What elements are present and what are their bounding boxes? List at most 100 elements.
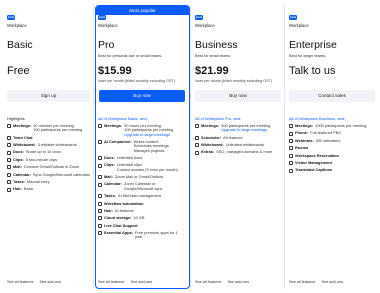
buy-now-button[interactable]: Buy now <box>195 90 281 102</box>
feature-item: AI Companion: Writes content Schedules mee… <box>98 139 186 153</box>
feature-key: Whiteboard: <box>13 142 36 148</box>
plan-footer-links: See all features See add-ons <box>98 280 157 284</box>
calendar-icon <box>7 172 11 177</box>
see-all-features-link[interactable]: See all features <box>98 280 124 284</box>
docs-icon <box>7 150 11 155</box>
see-add-ons-link[interactable]: See add-ons <box>227 280 249 284</box>
feature-desc: Unlimited clips Custom avatars (3 mins pe… <box>117 163 178 172</box>
see-add-ons-link[interactable]: See add-ons <box>130 280 152 284</box>
see-all-features-link[interactable]: See all features <box>7 280 33 284</box>
feature-desc-text: Unlimited whiteboards <box>225 142 264 148</box>
feature-key: Mail: <box>13 164 22 170</box>
feature-desc-sub: Custom avatars (3 mins per month) <box>116 166 178 172</box>
feature-item: Workflow automation <box>98 201 186 206</box>
feature-item: Hub: Basic <box>7 187 95 192</box>
feature-desc-text: 5 two-minute clips <box>25 156 57 162</box>
feature-list: Meetings: 40 minutes per meeting 100 parti… <box>7 123 95 195</box>
feature-item: Tasks: Manual entry <box>7 179 95 185</box>
feature-item: Rooms <box>289 145 377 151</box>
feature-key: Workspace Reservation <box>295 152 340 158</box>
reservation-icon <box>289 153 293 158</box>
feature-desc: Sync Google/Microsoft calendars <box>33 172 90 177</box>
see-add-ons-link[interactable]: See add-ons <box>321 280 343 284</box>
feature-desc: 5 two-minute clips <box>25 156 57 162</box>
plan-tagline: Best for small teams. <box>195 53 232 58</box>
feature-desc-sub: Manages projects <box>133 147 165 153</box>
feature-desc-text: Zoom Mail or Gmail/Outlook <box>114 174 164 180</box>
video-icon <box>195 124 199 129</box>
extras-icon <box>195 150 199 155</box>
feature-item: Meetings: 30 hours per meeting 100 partici… <box>98 123 186 137</box>
video-icon <box>7 124 11 129</box>
see-add-ons-link[interactable]: See add-ons <box>39 280 61 284</box>
feature-item: Webinars: 500 attendees <box>289 137 377 143</box>
feature-desc: 500 attendees <box>315 137 341 143</box>
buy-now-button[interactable]: Buy now <box>99 90 185 102</box>
captions-icon <box>289 168 293 173</box>
see-all-features-link[interactable]: See all features <box>195 280 221 284</box>
contact-sales-button[interactable]: Contact sales <box>289 90 375 102</box>
feature-list: Meetings: 300 participants per meeting Upg… <box>195 123 283 158</box>
plan-price: $15.99 <box>98 65 132 77</box>
feature-desc-text: 500 attendees <box>315 137 341 143</box>
feature-key: Cloud storage: <box>104 215 132 221</box>
feature-item: Tasks: AI first task management <box>98 193 186 199</box>
scheduler-icon <box>195 135 199 140</box>
plan-name: Basic <box>7 39 33 51</box>
feature-key: Translated Captions <box>295 167 333 173</box>
workplace-label: Workplace <box>289 23 309 28</box>
feature-item: Docs: Unlimited docs <box>98 154 186 161</box>
plan-price: $21.99 <box>195 65 229 77</box>
hub-icon <box>7 187 11 192</box>
feature-key: Webinars: <box>295 137 314 143</box>
feature-key: Calendar: <box>104 181 122 187</box>
upgrade-large-meetings-link[interactable]: Upgrade to large meetings <box>221 127 270 132</box>
plan-footer-links: See all features See add-ons <box>7 280 66 284</box>
feature-desc: Basic <box>24 187 34 191</box>
feature-desc-text: SSO, managed domains & more <box>216 149 273 155</box>
feature-key: Essential Apps: <box>104 230 134 236</box>
feature-key: Docs: <box>104 154 115 160</box>
feature-desc-text: Manual entry <box>27 179 50 185</box>
zoom-logo: zoom <box>7 15 15 20</box>
clips-icon <box>98 163 102 168</box>
feature-item: Mail: Connect Gmail/Outlook in Zoom <box>7 164 95 170</box>
feature-key: Extras: <box>201 149 215 155</box>
feature-key: Whiteboard: <box>201 142 224 148</box>
feature-desc: 300 participants per meeting Upgrade to l… <box>221 123 270 133</box>
feature-desc: 30 hours per meeting 100 participants per… <box>124 123 173 137</box>
feature-desc: AI first task management <box>118 193 161 198</box>
ai-icon <box>98 140 102 145</box>
feature-desc: 10 GB <box>133 216 144 220</box>
support-icon <box>98 223 102 228</box>
feature-desc: SSO, managed domains & more <box>216 150 272 154</box>
feature-key: Hub: <box>104 207 113 213</box>
feature-item: Team Chat <box>7 135 95 140</box>
mail-icon <box>7 165 11 170</box>
feature-desc: Manual entry <box>27 179 50 185</box>
feature-desc-text: Basic <box>23 186 34 192</box>
feature-item: Visitor Management <box>289 160 377 166</box>
feature-desc: 3 editable whiteboards <box>38 142 77 147</box>
feature-desc: Full-featured PBX <box>310 131 341 135</box>
sign-up-button[interactable]: Sign up <box>7 90 90 102</box>
feature-key: Docs: <box>13 149 24 155</box>
plan-card-enterprise: zoom Workplace Enterprise Best for large… <box>286 0 378 293</box>
workplace-label: Workplace <box>195 23 215 28</box>
workflow-icon <box>98 201 102 206</box>
feature-key: Rooms <box>295 145 309 151</box>
feature-item: Clips: 5 two-minute clips <box>7 156 95 163</box>
column-divider <box>190 4 191 289</box>
see-all-features-link[interactable]: See all features <box>289 280 315 284</box>
feature-item: Scheduler: All features <box>195 135 283 140</box>
rooms-icon <box>289 146 293 151</box>
feature-key: Calendar: <box>13 171 31 177</box>
upgrade-large-meetings-link[interactable]: Upgrade to large meetings <box>124 132 173 137</box>
apps-icon <box>98 231 102 236</box>
feature-item: Live Chat Support <box>98 223 186 228</box>
feature-key: Phone: <box>295 130 309 136</box>
feature-key: Clips: <box>104 162 115 168</box>
feature-desc: All features <box>223 135 242 140</box>
feature-list: Meetings: 30 hours per meeting 100 partici… <box>98 123 186 243</box>
plan-card-business: zoom Workplace Business Best for small t… <box>192 0 283 293</box>
